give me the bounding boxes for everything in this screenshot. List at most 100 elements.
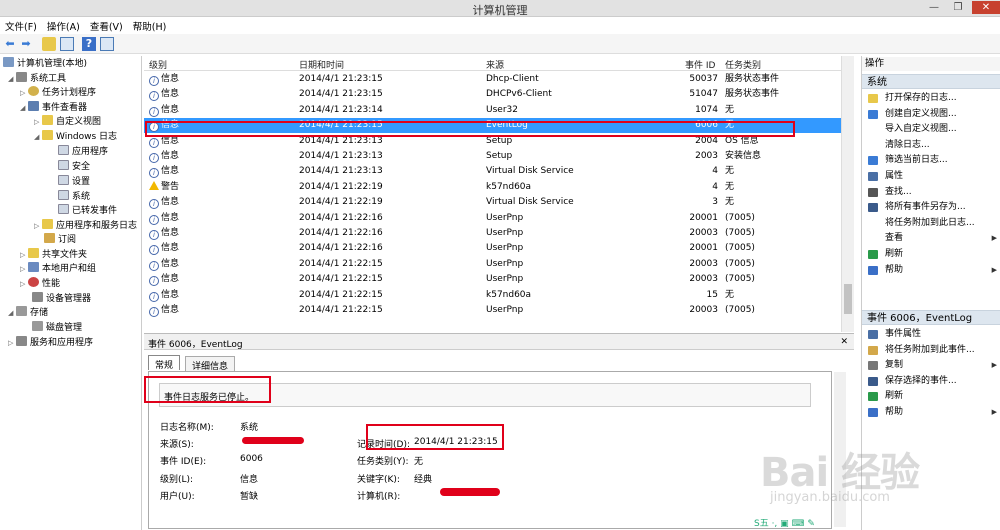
column-source[interactable]: 来源 bbox=[486, 58, 504, 71]
up-folder-icon[interactable] bbox=[42, 37, 56, 51]
menu-file[interactable]: 文件(F) bbox=[0, 17, 42, 35]
tree-item-performance[interactable]: ▷ 性能 bbox=[20, 277, 60, 291]
maximize-button[interactable]: ❐ bbox=[946, 1, 970, 14]
help-icon[interactable]: ? bbox=[82, 37, 96, 51]
action-label: 帮助 bbox=[885, 407, 904, 417]
tab-general[interactable]: 常规 bbox=[148, 355, 181, 371]
action-item[interactable]: 刷新 bbox=[862, 247, 1000, 262]
tree-item-disk-management[interactable]: 磁盘管理 bbox=[32, 321, 82, 335]
chevron-down-icon[interactable]: ◢ bbox=[20, 101, 28, 115]
action-item[interactable]: 将所有事件另存为... bbox=[862, 200, 1000, 215]
table-row[interactable]: i 信息 2014/4/1 21:22:19 Virtual Disk Service… bbox=[144, 195, 841, 210]
action-item[interactable]: 查找... bbox=[862, 185, 1000, 200]
chevron-down-icon[interactable]: ◢ bbox=[8, 306, 16, 320]
detail-close-icon[interactable]: ✕ bbox=[840, 337, 848, 347]
table-row[interactable]: i 信息 2014/4/1 21:23:15 DHCPv6-Client 51047 服务… bbox=[144, 87, 841, 102]
table-row[interactable]: i 信息 2014/4/1 21:22:15 UserPnp 20003 (7005) bbox=[144, 257, 841, 272]
action-item[interactable]: 帮助 ▶ bbox=[862, 263, 1000, 278]
action-item[interactable]: 查看 ▶ bbox=[862, 231, 1000, 246]
action-item[interactable]: 创建自定义视图... bbox=[862, 107, 1000, 122]
scrollbar-thumb[interactable] bbox=[844, 284, 852, 314]
table-row[interactable]: i 信息 2014/4/1 21:22:15 UserPnp 20003 (7005) bbox=[144, 272, 841, 287]
action-item[interactable]: 清除日志... bbox=[862, 138, 1000, 153]
tree-item-shared-folders[interactable]: ▷ 共享文件夹 bbox=[20, 248, 87, 262]
cell-source: UserPnp bbox=[486, 228, 524, 238]
action-item[interactable]: 筛选当前日志... bbox=[862, 153, 1000, 168]
chevron-right-icon[interactable]: ▷ bbox=[34, 115, 42, 129]
tab-details[interactable]: 详细信息 bbox=[185, 356, 236, 372]
actions-section-event[interactable]: 事件 6006，EventLog bbox=[862, 310, 1000, 325]
chevron-right-icon[interactable]: ▷ bbox=[20, 86, 28, 100]
cell-level: 信息 bbox=[161, 135, 180, 146]
back-icon[interactable]: ⬅ bbox=[3, 37, 17, 51]
action-item[interactable]: 将任务附加到此事件... bbox=[862, 343, 1000, 358]
action-item[interactable]: 刷新 bbox=[862, 389, 1000, 404]
forward-icon[interactable]: ➡ bbox=[19, 37, 33, 51]
table-row[interactable]: i 信息 2014/4/1 21:23:13 Virtual Disk Service… bbox=[144, 164, 841, 179]
tree-item-local-users[interactable]: ▷ 本地用户和组 bbox=[20, 262, 96, 276]
cell-source: k57nd60a bbox=[486, 289, 532, 300]
cell-level: 信息 bbox=[161, 305, 180, 315]
action-item[interactable]: 帮助 ▶ bbox=[862, 405, 1000, 420]
menu-help[interactable]: 帮助(H) bbox=[128, 17, 172, 35]
baidu-watermark-url: jingyan.baidu.com bbox=[770, 490, 890, 505]
ime-toolbar[interactable]: S五 ·, ▣ ⌨ ✎ bbox=[754, 516, 860, 530]
menu-action[interactable]: 操作(A) bbox=[42, 17, 85, 35]
column-event-id[interactable]: 事件 ID bbox=[685, 58, 715, 71]
redaction-mark bbox=[440, 488, 500, 496]
action-item[interactable]: 复制 ▶ bbox=[862, 358, 1000, 373]
table-row[interactable]: i 信息 2014/4/1 21:23:14 User32 1074 无 bbox=[144, 103, 841, 118]
actions-section-system[interactable]: 系统 bbox=[862, 74, 1000, 89]
action-item[interactable]: 保存选择的事件... bbox=[862, 374, 1000, 389]
action-item[interactable]: 事件属性 bbox=[862, 327, 1000, 342]
tree-item-device-manager[interactable]: 设备管理器 bbox=[32, 292, 91, 306]
tree-item-computer-management[interactable]: 计算机管理(本地) bbox=[3, 57, 87, 71]
action-item[interactable]: 将任务附加到此日志... bbox=[862, 216, 1000, 231]
column-task-category[interactable]: 任务类别 bbox=[725, 58, 761, 71]
column-datetime[interactable]: 日期和时间 bbox=[299, 58, 344, 71]
chevron-right-icon[interactable]: ▷ bbox=[20, 277, 28, 291]
chevron-down-icon[interactable]: ◢ bbox=[8, 72, 16, 86]
tree-item-event-viewer[interactable]: ◢ 事件查看器 bbox=[20, 101, 87, 115]
tree-item-system-tools[interactable]: ◢ 系统工具 bbox=[8, 72, 66, 86]
chevron-right-icon[interactable]: ▷ bbox=[20, 262, 28, 276]
table-row[interactable]: i 信息 2014/4/1 21:23:15 Dhcp-Client 50037 服务状态… bbox=[144, 72, 841, 87]
cell-datetime: 2014/4/1 21:22:16 bbox=[299, 228, 383, 238]
table-row[interactable]: i 信息 2014/4/1 21:23:13 Setup 2003 安装信息 bbox=[144, 149, 841, 164]
show-hide-action-icon[interactable] bbox=[100, 37, 114, 51]
cell-source: UserPnp bbox=[486, 212, 524, 223]
menu-view[interactable]: 查看(V) bbox=[85, 17, 128, 35]
close-button[interactable]: ✕ bbox=[972, 1, 1000, 14]
tree-item-application[interactable]: 应用程序 bbox=[58, 145, 108, 159]
chevron-right-icon[interactable]: ▷ bbox=[20, 248, 28, 262]
table-row[interactable]: i 信息 2014/4/1 21:22:16 UserPnp 20001 (7005) bbox=[144, 211, 841, 226]
action-item[interactable]: 打开保存的日志... bbox=[862, 91, 1000, 106]
tree-item-task-scheduler[interactable]: ▷ 任务计划程序 bbox=[20, 86, 96, 100]
show-hide-tree-icon[interactable] bbox=[60, 37, 74, 51]
info-icon: i bbox=[149, 106, 159, 117]
chevron-right-icon[interactable]: ▷ bbox=[8, 336, 16, 350]
column-level[interactable]: 级别 bbox=[149, 58, 167, 71]
tree-item-system[interactable]: 系统 bbox=[58, 190, 90, 204]
tree-item-app-service-logs[interactable]: ▷ 应用程序和服务日志 bbox=[34, 219, 137, 233]
list-scrollbar[interactable] bbox=[841, 56, 854, 332]
tree-item-custom-views[interactable]: ▷ 自定义视图 bbox=[34, 115, 101, 129]
chevron-right-icon[interactable]: ▷ bbox=[34, 219, 42, 233]
minimize-button[interactable]: — bbox=[922, 1, 946, 14]
tree-item-services-apps[interactable]: ▷ 服务和应用程序 bbox=[8, 336, 93, 350]
table-row[interactable]: i 信息 2014/4/1 21:22:16 UserPnp 20003 (7005) bbox=[144, 226, 841, 241]
action-item[interactable]: 属性 bbox=[862, 169, 1000, 184]
table-row[interactable]: i 信息 2014/4/1 21:22:15 k57nd60a 15 无 bbox=[144, 288, 841, 303]
tree-item-subscriptions[interactable]: 订阅 bbox=[44, 233, 76, 247]
tree-item-windows-logs[interactable]: ◢ Windows 日志 bbox=[34, 130, 117, 144]
table-row[interactable]: i 信息 2014/4/1 21:22:16 UserPnp 20001 (7005) bbox=[144, 241, 841, 256]
tree-item-setup[interactable]: 设置 bbox=[58, 175, 90, 189]
tree-item-storage[interactable]: ◢ 存储 bbox=[8, 306, 48, 320]
cell-level: 警告 bbox=[161, 181, 180, 192]
action-item[interactable]: 导入自定义视图... bbox=[862, 122, 1000, 137]
tree-item-security[interactable]: 安全 bbox=[58, 160, 90, 174]
chevron-down-icon[interactable]: ◢ bbox=[34, 130, 42, 144]
tree-item-forwarded-events[interactable]: 已转发事件 bbox=[58, 204, 117, 218]
table-row[interactable]: i 信息 2014/4/1 21:22:15 UserPnp 20003 (7005) bbox=[144, 303, 841, 318]
table-row[interactable]: 警告 2014/4/1 21:22:19 k57nd60a 4 无 bbox=[144, 180, 841, 195]
